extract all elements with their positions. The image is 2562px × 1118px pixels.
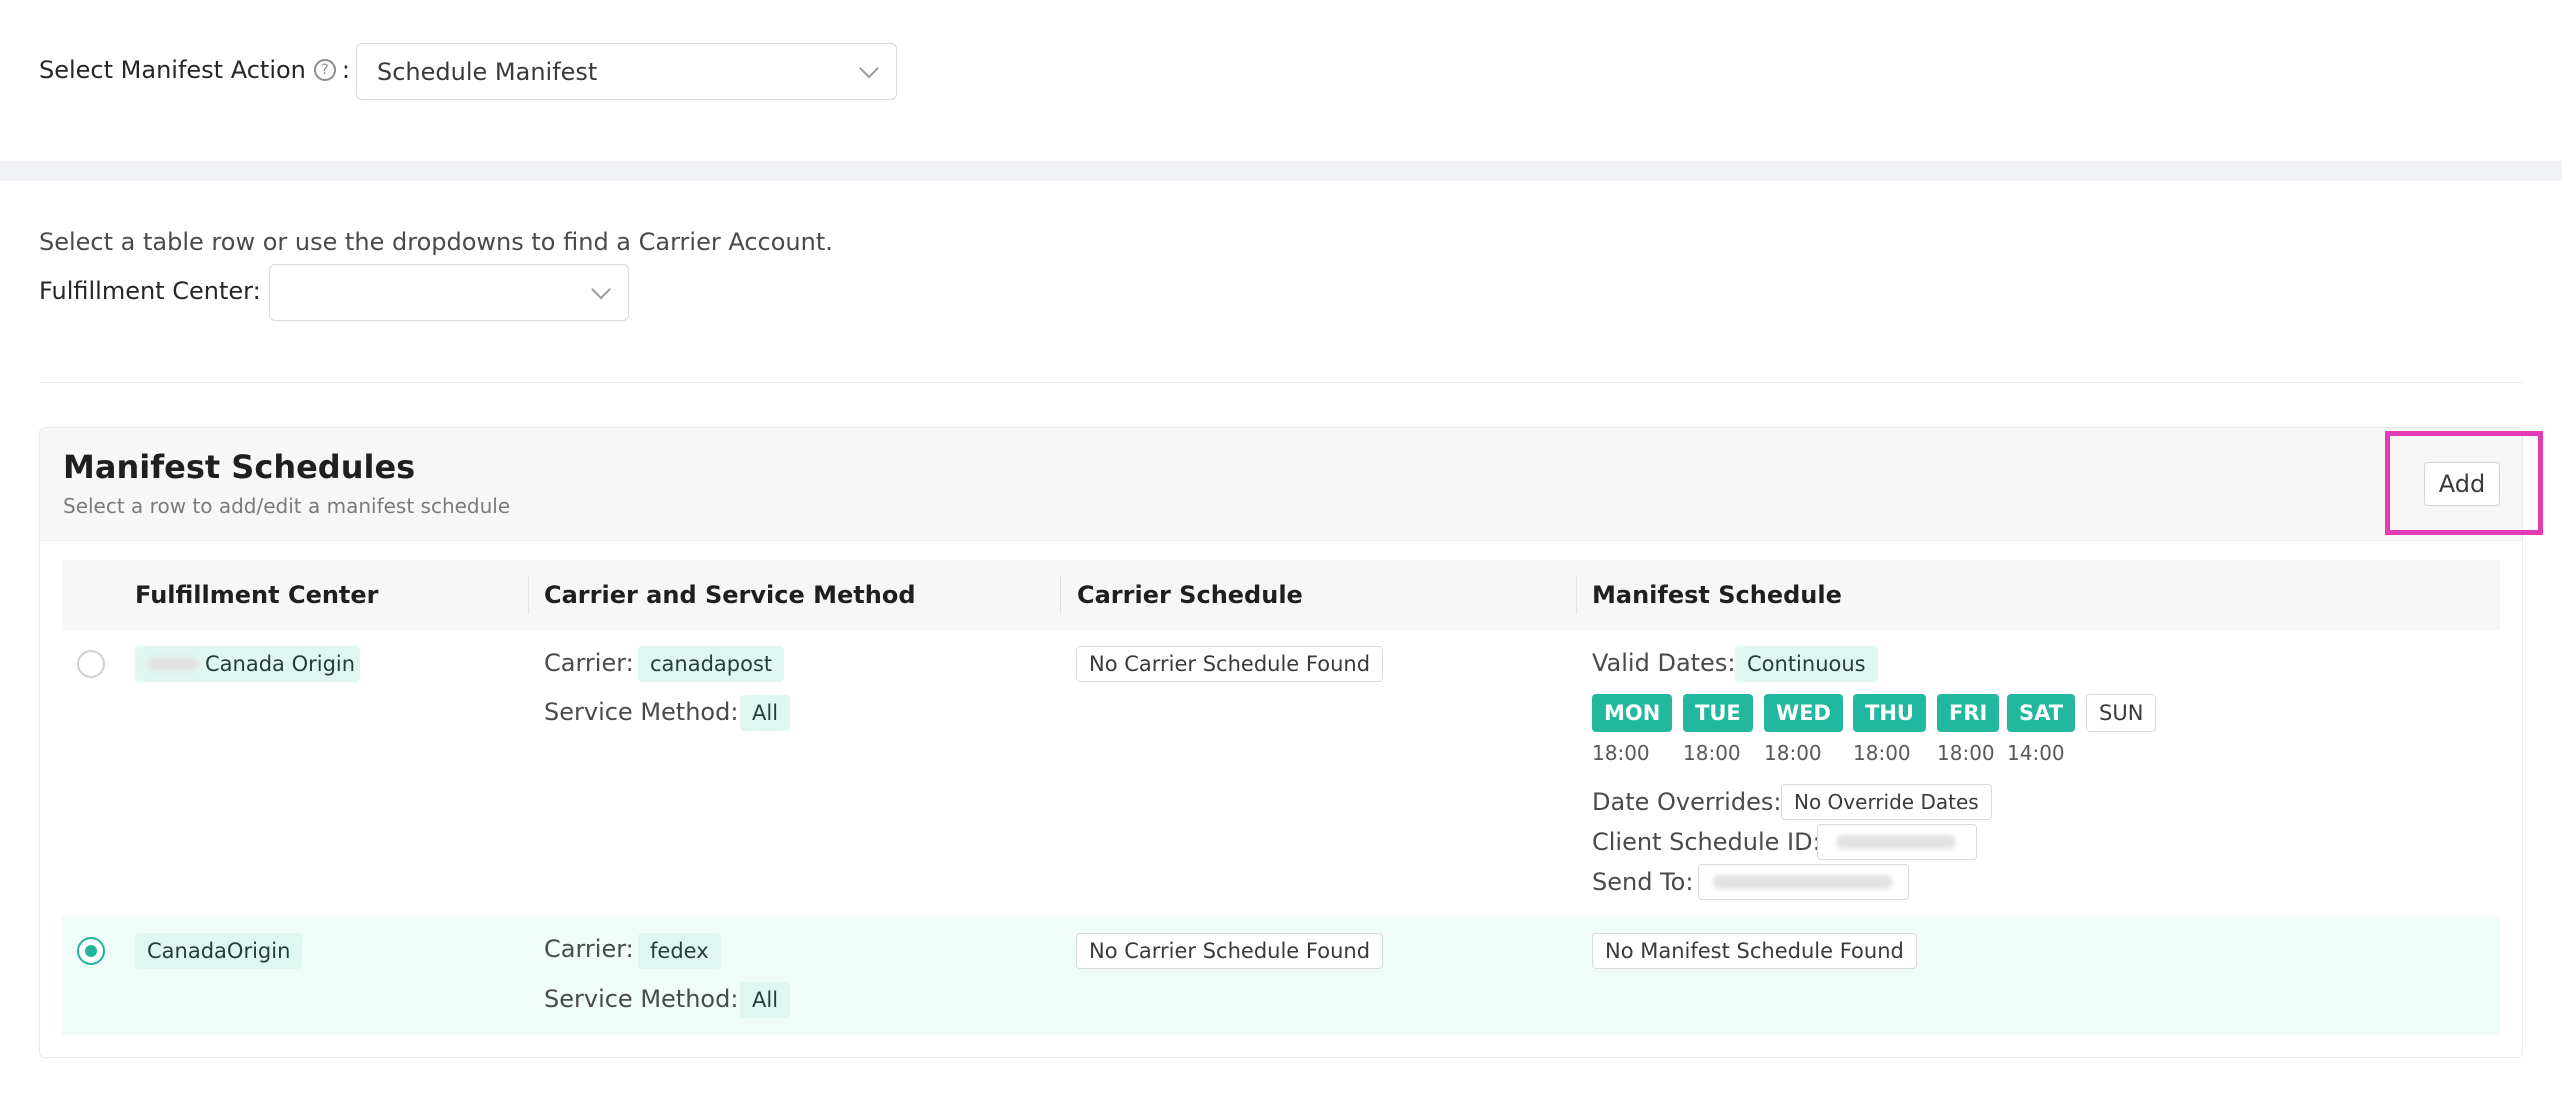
manifest-action-colon: : bbox=[341, 56, 350, 84]
date-overrides-label: Date Overrides: bbox=[1592, 788, 1782, 816]
redacted-text bbox=[1836, 835, 1956, 849]
chevron-down-icon bbox=[591, 279, 611, 299]
send-to-label: Send To: bbox=[1592, 868, 1694, 896]
table-header: Fulfillment Center Carrier and Service M… bbox=[62, 560, 2500, 630]
column-separator bbox=[1576, 576, 1577, 614]
manifest-schedule-status: No Manifest Schedule Found bbox=[1592, 933, 1917, 969]
fulfillment-center-filter-colon: : bbox=[252, 277, 261, 305]
carrier-schedule-status: No Carrier Schedule Found bbox=[1076, 933, 1384, 969]
fulfillment-center-tag: Canada Origin bbox=[135, 646, 360, 682]
add-button[interactable]: Add bbox=[2424, 462, 2500, 506]
time-sat: 14:00 bbox=[2007, 741, 2065, 765]
column-header-carrier-service[interactable]: Carrier and Service Method bbox=[544, 560, 916, 630]
column-separator bbox=[1060, 576, 1061, 614]
column-separator bbox=[528, 576, 529, 614]
manifest-action-select[interactable]: Schedule Manifest bbox=[356, 43, 897, 100]
service-method-label: Service Method: bbox=[544, 698, 739, 726]
service-method-tag: All bbox=[740, 982, 791, 1018]
column-header-fulfillment-center[interactable]: Fulfillment Center bbox=[135, 560, 379, 630]
fulfillment-center-tag: CanadaOrigin bbox=[135, 933, 303, 969]
carrier-tag: fedex bbox=[638, 933, 721, 969]
section-divider bbox=[0, 161, 2562, 181]
manifest-action-value: Schedule Manifest bbox=[377, 57, 598, 86]
chevron-down-icon bbox=[859, 58, 879, 78]
manifest-action-label: Select Manifest Action ? : bbox=[39, 56, 350, 84]
divider bbox=[39, 382, 2523, 383]
day-tag-tue: TUE bbox=[1683, 694, 1753, 732]
valid-dates-label: Valid Dates: bbox=[1592, 649, 1736, 677]
day-tag-sat: SAT bbox=[2007, 694, 2076, 732]
card-title: Manifest Schedules bbox=[63, 448, 416, 486]
time-tue: 18:00 bbox=[1683, 741, 1741, 765]
row-select-radio[interactable] bbox=[77, 650, 105, 678]
day-tag-sun: SUN bbox=[2086, 694, 2157, 732]
fulfillment-center-filter-label: Fulfillment Center: bbox=[39, 277, 261, 305]
carrier-label: Carrier: bbox=[544, 935, 634, 963]
time-fri: 18:00 bbox=[1937, 741, 1995, 765]
time-wed: 18:00 bbox=[1764, 741, 1822, 765]
column-header-carrier-schedule[interactable]: Carrier Schedule bbox=[1077, 560, 1303, 630]
send-to-value bbox=[1698, 864, 1909, 900]
carrier-label: Carrier: bbox=[544, 649, 634, 677]
manifest-action-label-text: Select Manifest Action bbox=[39, 56, 306, 84]
service-method-label: Service Method: bbox=[544, 985, 739, 1013]
card-header: Manifest Schedules Select a row to add/e… bbox=[40, 428, 2522, 541]
fulfillment-center-select[interactable] bbox=[269, 264, 629, 321]
instruction-text: Select a table row or use the dropdowns … bbox=[39, 228, 833, 256]
day-tag-thu: THU bbox=[1853, 694, 1926, 732]
card-subtitle: Select a row to add/edit a manifest sche… bbox=[63, 494, 511, 518]
fulfillment-center-name: Canada Origin bbox=[205, 652, 356, 676]
day-tag-fri: FRI bbox=[1937, 694, 2000, 732]
time-thu: 18:00 bbox=[1853, 741, 1911, 765]
client-schedule-id-label: Client Schedule ID: bbox=[1592, 828, 1821, 856]
service-method-tag: All bbox=[740, 695, 791, 731]
day-tag-wed: WED bbox=[1764, 694, 1843, 732]
fulfillment-center-filter-label-text: Fulfillment Center bbox=[39, 277, 253, 305]
day-tag-mon: MON bbox=[1592, 694, 1673, 732]
manifest-action-bar: Select Manifest Action ? : Schedule Mani… bbox=[0, 0, 2562, 160]
question-circle-icon[interactable]: ? bbox=[313, 59, 336, 81]
valid-dates-tag: Continuous bbox=[1735, 646, 1878, 682]
carrier-tag: canadapost bbox=[638, 646, 785, 682]
row-select-radio[interactable] bbox=[77, 937, 105, 965]
redacted-text bbox=[147, 657, 199, 671]
client-schedule-id-value bbox=[1817, 824, 1977, 860]
column-header-manifest-schedule[interactable]: Manifest Schedule bbox=[1592, 560, 1842, 630]
carrier-schedule-status: No Carrier Schedule Found bbox=[1076, 646, 1384, 682]
date-overrides-tag: No Override Dates bbox=[1781, 784, 1992, 820]
redacted-text bbox=[1713, 875, 1893, 889]
time-mon: 18:00 bbox=[1592, 741, 1650, 765]
